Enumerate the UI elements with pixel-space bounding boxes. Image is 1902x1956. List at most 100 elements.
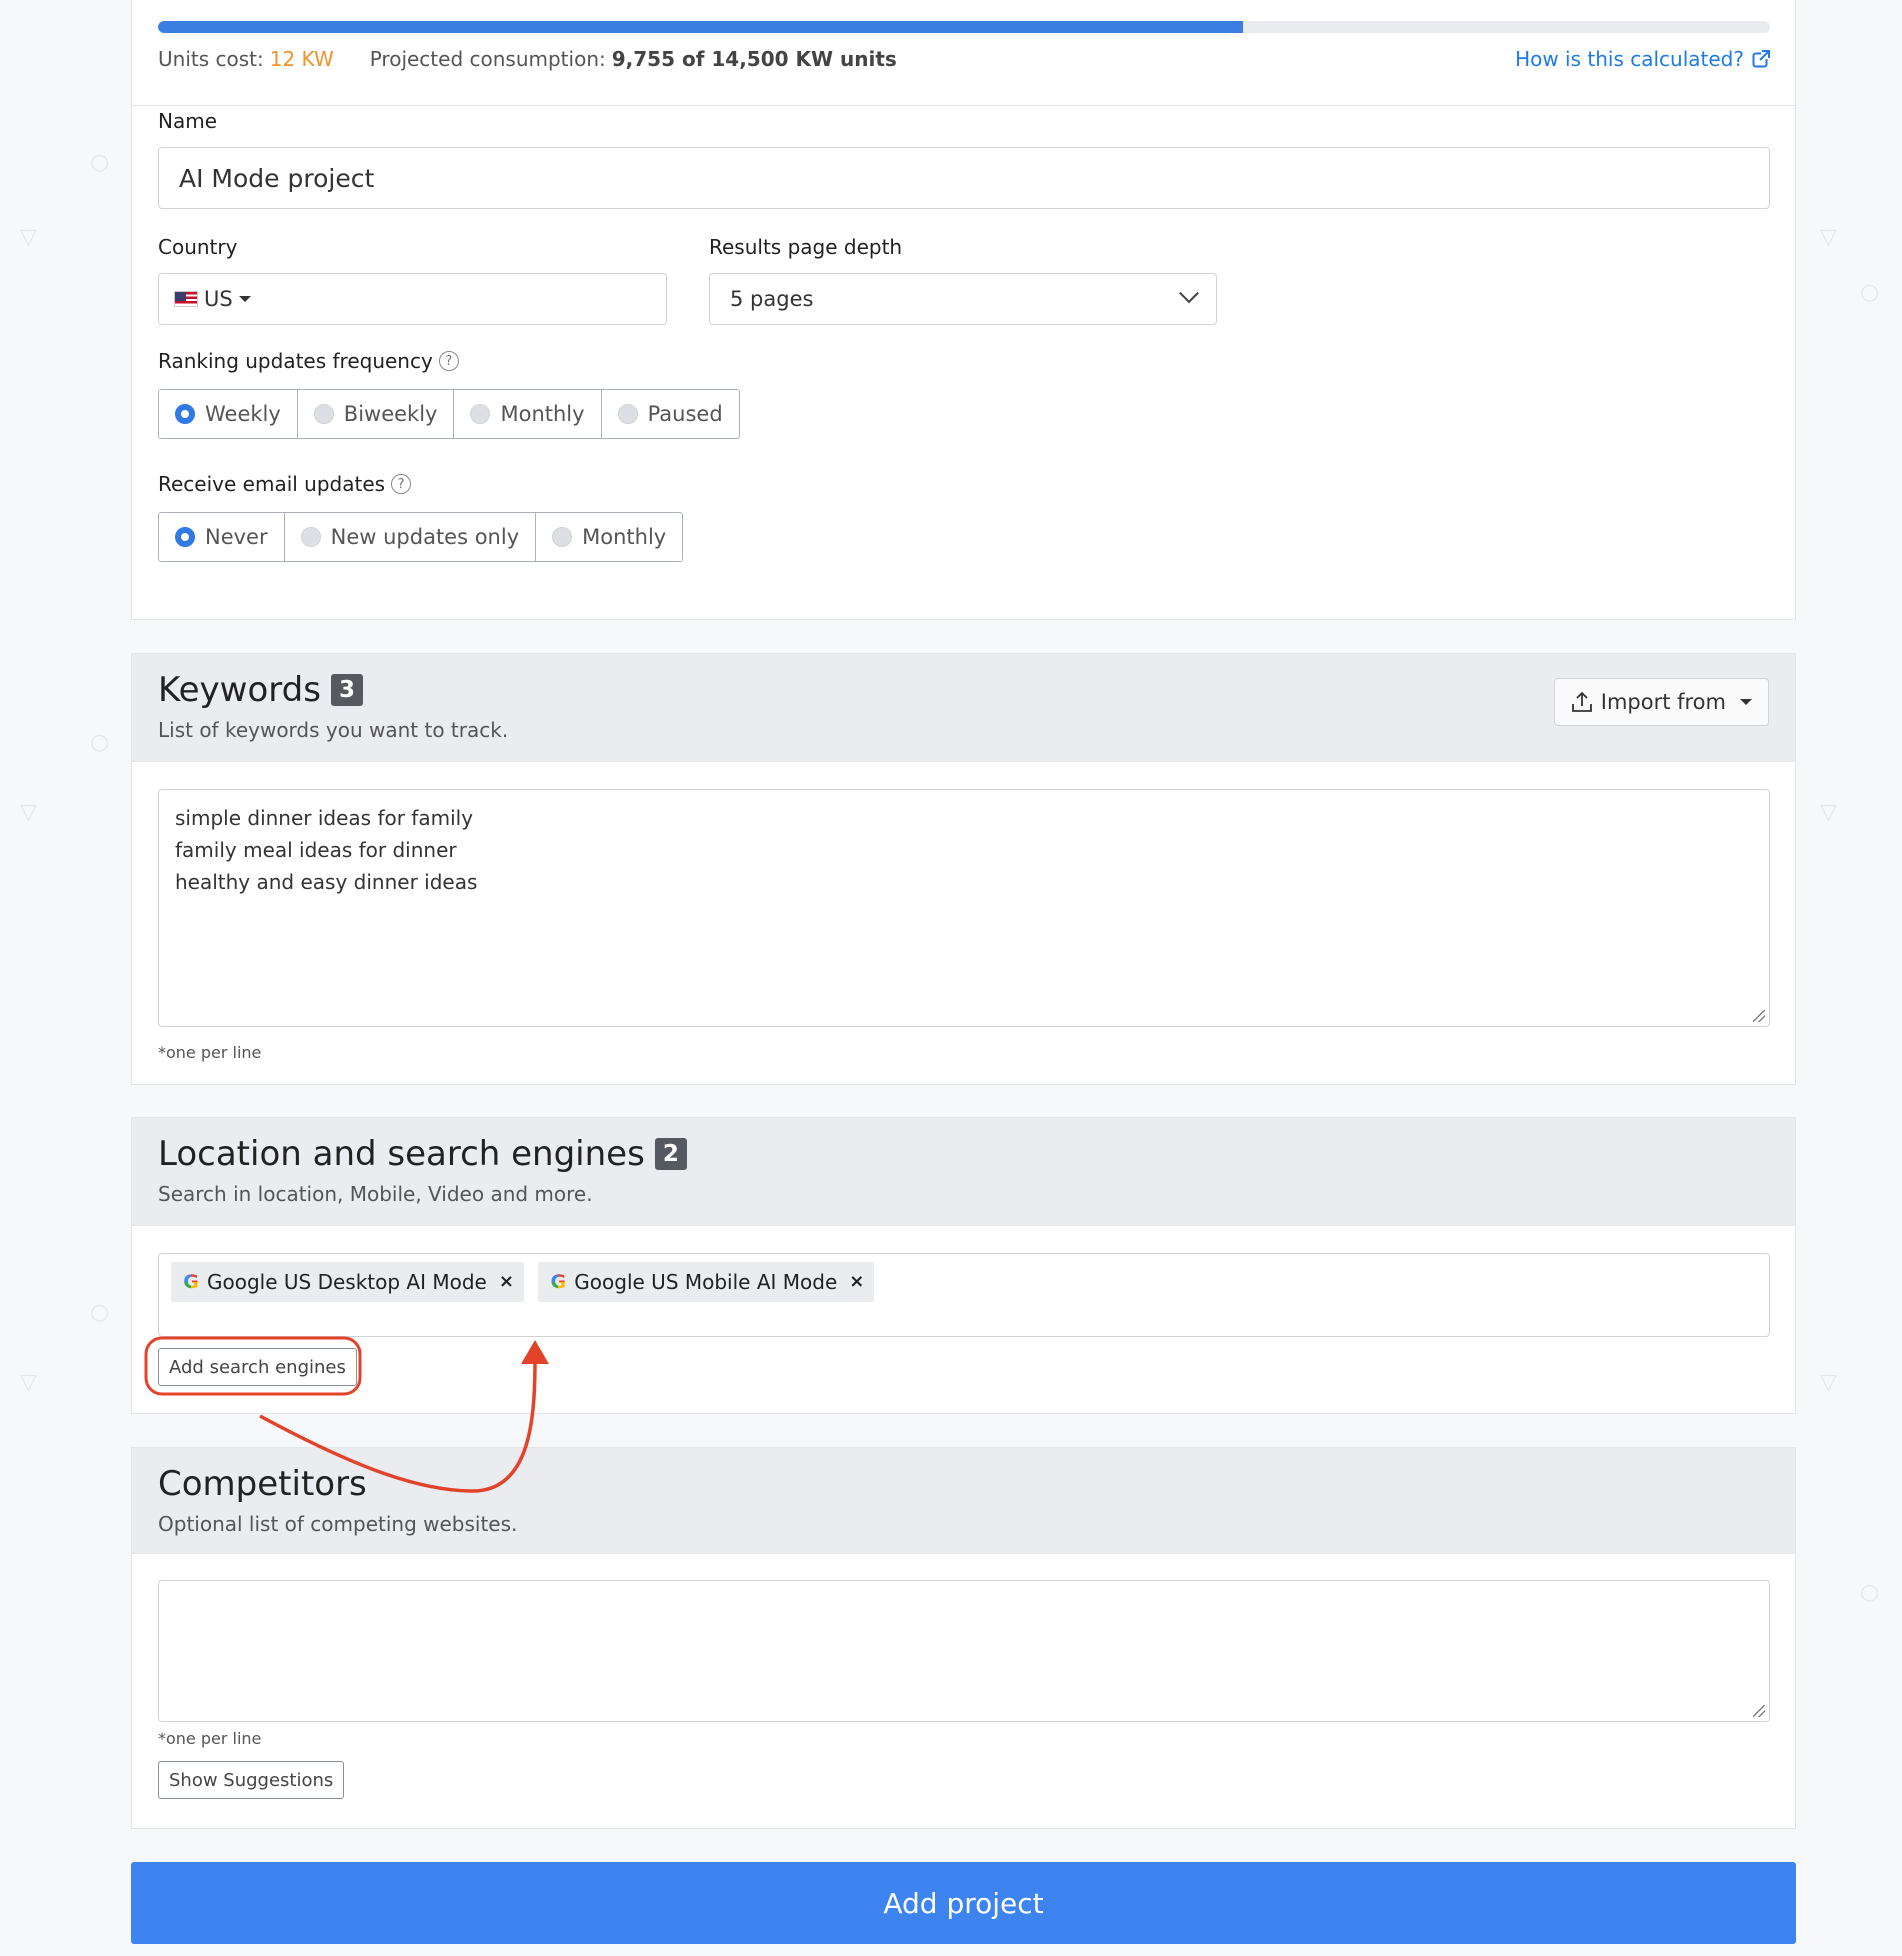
option-label: Biweekly: [343, 402, 438, 426]
background-decoration: ○: [90, 150, 110, 175]
chip-label: Google US Mobile AI Mode: [574, 1270, 838, 1294]
locations-card: Location and search engines 2 Search in …: [131, 1117, 1796, 1414]
radio-icon: [300, 527, 321, 547]
keywords-textarea[interactable]: simple dinner ideas for family family me…: [158, 789, 1770, 1027]
add-project-button[interactable]: Add project: [131, 1862, 1796, 1944]
name-label-text: Name: [158, 109, 218, 133]
locations-title-text: Location and search engines: [158, 1134, 645, 1174]
show-suggestions-label: Show Suggestions: [169, 1769, 334, 1791]
option-label: Weekly: [205, 402, 281, 426]
background-decoration: ▽: [1820, 225, 1837, 250]
name-input-value: AI Mode project: [179, 163, 375, 193]
background-decoration: ▽: [20, 800, 37, 825]
competitors-title: Competitors: [158, 1464, 1769, 1504]
frequency-label: Ranking updates frequency ?: [158, 349, 459, 373]
add-search-engines-button[interactable]: Add search engines: [158, 1348, 357, 1386]
help-icon[interactable]: ?: [438, 351, 459, 371]
background-decoration: ▽: [20, 1370, 37, 1395]
frequency-option-weekly[interactable]: Weekly: [159, 390, 298, 438]
option-label: Never: [205, 525, 268, 549]
email-option-never[interactable]: Never: [159, 513, 285, 561]
email-radio-group: Never New updates only Monthly: [158, 512, 684, 562]
units-cost-label: Units cost:: [158, 47, 264, 71]
radio-icon: [552, 527, 573, 547]
name-input[interactable]: AI Mode project: [158, 147, 1770, 209]
add-search-engines-label: Add search engines: [169, 1356, 346, 1378]
background-decoration: ▽: [1820, 800, 1837, 825]
import-from-button[interactable]: Import from: [1553, 678, 1769, 726]
help-icon[interactable]: ?: [391, 474, 412, 494]
locations-count-badge: 2: [654, 1138, 687, 1170]
email-option-monthly[interactable]: Monthly: [536, 513, 683, 561]
google-icon: G: [548, 1272, 568, 1292]
radio-icon: [313, 404, 334, 424]
keyword-line: healthy and easy dinner ideas: [175, 870, 478, 894]
competitors-title-text: Competitors: [158, 1464, 367, 1504]
background-decoration: ○: [90, 1300, 110, 1325]
frequency-label-text: Ranking updates frequency: [158, 349, 433, 373]
depth-label-text: Results page depth: [709, 235, 903, 259]
locations-subtitle: Search in location, Mobile, Video and mo…: [158, 1182, 593, 1206]
country-label: Country: [158, 235, 237, 259]
competitors-subtitle: Optional list of competing websites.: [158, 1512, 518, 1536]
add-project-label: Add project: [883, 1886, 1044, 1920]
external-link-icon: [1752, 50, 1770, 68]
background-decoration: ▽: [20, 225, 37, 250]
google-icon: G: [181, 1272, 201, 1292]
option-label: Paused: [647, 402, 723, 426]
units-cost-value: 12 KW: [269, 47, 334, 71]
option-label: New updates only: [330, 525, 520, 549]
projected-label: Projected consumption:: [369, 47, 606, 71]
frequency-option-paused[interactable]: Paused: [601, 390, 739, 438]
chevron-down-icon: [1179, 283, 1199, 304]
remove-chip-icon[interactable]: ×: [499, 1266, 514, 1298]
project-settings-card: Units cost: 12 KW Projected consumption:…: [131, 0, 1796, 620]
country-value: US: [204, 287, 233, 311]
resize-handle[interactable]: [1753, 1705, 1765, 1717]
competitors-textarea[interactable]: [158, 1580, 1770, 1722]
search-engine-chip: G Google US Desktop AI Mode ×: [171, 1262, 524, 1302]
keywords-card: Keywords 3 List of keywords you want to …: [131, 653, 1796, 1085]
background-decoration: ○: [90, 730, 110, 755]
caret-down-icon: [1740, 699, 1752, 705]
email-option-new-updates[interactable]: New updates only: [284, 513, 537, 561]
competitors-hint: *one per line: [158, 1729, 262, 1748]
background-decoration: ○: [1860, 280, 1880, 305]
keywords-count-badge: 3: [330, 674, 363, 706]
background-decoration: ▽: [1820, 1370, 1837, 1395]
locations-header: Location and search engines 2 Search in …: [132, 1118, 1795, 1226]
units-progress-bar: [158, 21, 1770, 33]
radio-icon: [470, 404, 491, 424]
name-label: Name: [158, 109, 217, 133]
search-engines-field[interactable]: G Google US Desktop AI Mode × G Google U…: [158, 1253, 1770, 1337]
option-label: Monthly: [582, 525, 667, 549]
keyword-line: simple dinner ideas for family: [175, 806, 474, 830]
keywords-title: Keywords 3: [158, 670, 1769, 710]
background-decoration: ○: [1860, 1580, 1880, 1605]
search-engine-chip: G Google US Mobile AI Mode ×: [538, 1262, 875, 1302]
show-suggestions-button[interactable]: Show Suggestions: [158, 1761, 345, 1799]
depth-label: Results page depth: [709, 235, 902, 259]
radio-checked-icon: [175, 527, 195, 547]
how-calculated-link[interactable]: How is this calculated?: [1515, 47, 1770, 71]
depth-select[interactable]: 5 pages: [709, 273, 1217, 325]
units-summary: Units cost: 12 KW Projected consumption:…: [158, 47, 1770, 71]
keywords-hint: *one per line: [158, 1043, 262, 1062]
resize-handle[interactable]: [1753, 1010, 1765, 1022]
projected-value: 9,755 of 14,500 KW units: [611, 47, 897, 71]
email-label-text: Receive email updates: [158, 472, 386, 496]
keyword-line: family meal ideas for dinner: [175, 838, 457, 862]
caret-down-icon: [238, 296, 251, 302]
country-select[interactable]: US: [158, 273, 667, 325]
keywords-subtitle: List of keywords you want to track.: [158, 718, 509, 742]
chip-label: Google US Desktop AI Mode: [207, 1270, 487, 1294]
frequency-radio-group: Weekly Biweekly Monthly Paused: [158, 389, 740, 439]
email-label: Receive email updates ?: [158, 472, 412, 496]
frequency-option-biweekly[interactable]: Biweekly: [297, 390, 455, 438]
upload-icon: [1571, 691, 1592, 712]
frequency-option-monthly[interactable]: Monthly: [454, 390, 602, 438]
keywords-title-text: Keywords: [158, 670, 321, 710]
radio-checked-icon: [175, 404, 195, 424]
how-calculated-text: How is this calculated?: [1515, 47, 1744, 71]
remove-chip-icon[interactable]: ×: [849, 1266, 864, 1298]
